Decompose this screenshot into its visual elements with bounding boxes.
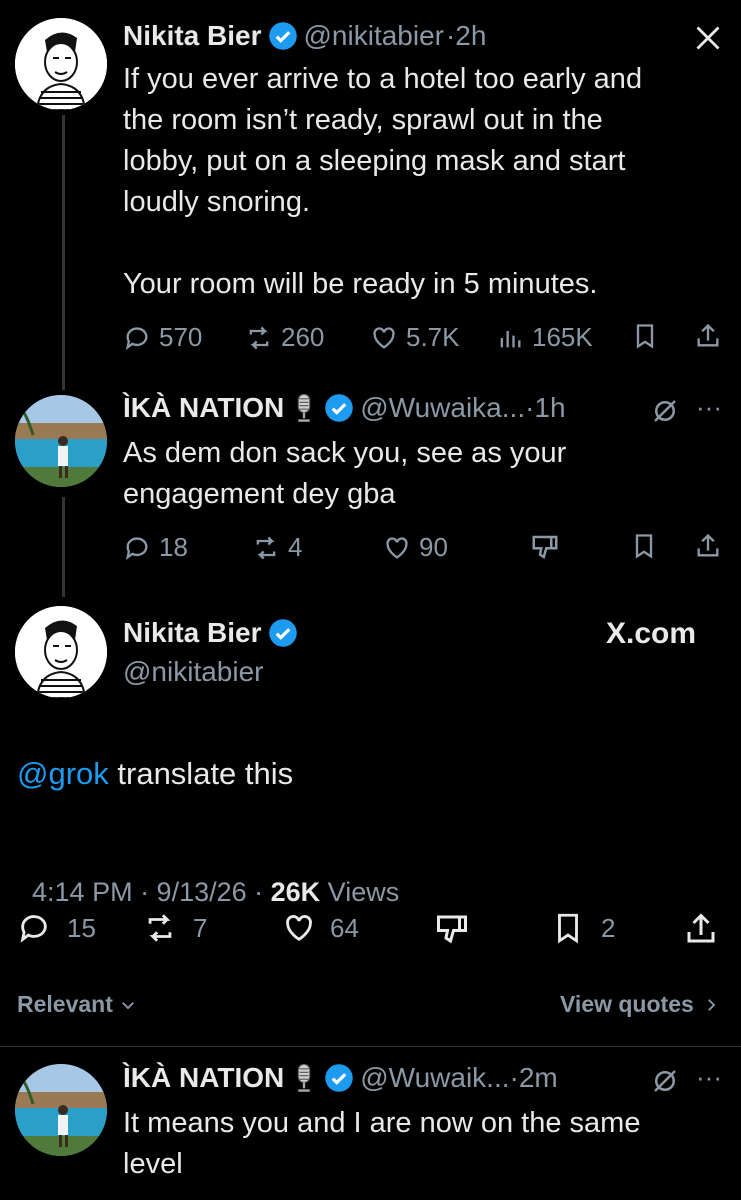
reply-count: 15 bbox=[67, 912, 96, 943]
bookmark-count: 2 bbox=[601, 912, 616, 943]
mention-link[interactable]: @grok bbox=[17, 756, 109, 791]
grok-icon[interactable] bbox=[650, 396, 680, 426]
tweet-text: As dem don sack you, see as your engagem… bbox=[123, 437, 567, 510]
share-icon[interactable] bbox=[694, 532, 722, 560]
chevron-right-icon bbox=[707, 998, 716, 1011]
repost-count: 4 bbox=[288, 532, 303, 562]
repost-icon bbox=[148, 914, 172, 942]
grok-icon[interactable] bbox=[650, 1066, 680, 1096]
thread-line bbox=[62, 115, 65, 390]
like-button[interactable]: 64 bbox=[282, 911, 359, 945]
microphone-icon bbox=[297, 1063, 311, 1092]
divider bbox=[0, 1046, 741, 1047]
bookmark-icon[interactable] bbox=[630, 532, 658, 560]
author-handle[interactable]: @nikitabier bbox=[123, 656, 263, 688]
author-handle[interactable]: @Wuwaika... bbox=[360, 392, 525, 424]
tweet-meta: 4:14 PM · 9/13/26 · 26K Views bbox=[32, 877, 400, 907]
repost-button[interactable]: 260 bbox=[245, 322, 324, 353]
author-handle[interactable]: @Wuwaik... bbox=[360, 1062, 509, 1094]
heart-icon bbox=[386, 536, 408, 559]
like-count: 64 bbox=[330, 912, 359, 943]
more-icon[interactable]: ··· bbox=[696, 1062, 722, 1093]
x-logo-icon[interactable] bbox=[694, 24, 722, 52]
tweet-text: It means you and I are now on the same l… bbox=[123, 1107, 641, 1180]
reply-count: 570 bbox=[159, 322, 203, 352]
dislike-icon[interactable] bbox=[530, 532, 560, 562]
reply-button[interactable]: 570 bbox=[123, 322, 202, 353]
views-count: 165K bbox=[532, 322, 593, 352]
chevron-down-icon bbox=[121, 1001, 134, 1009]
author-name[interactable]: ÌKÀ NATION bbox=[123, 392, 284, 424]
avatar[interactable] bbox=[15, 606, 107, 698]
bookmark-icon bbox=[558, 913, 578, 944]
repost-button[interactable]: 4 bbox=[252, 532, 302, 563]
heart-icon bbox=[286, 915, 312, 942]
reply-count: 18 bbox=[159, 532, 188, 562]
share-icon[interactable] bbox=[683, 911, 719, 947]
thread-line bbox=[62, 497, 65, 597]
reply-icon bbox=[20, 915, 47, 943]
like-button[interactable]: 90 bbox=[383, 532, 448, 563]
main-tweet-text: @grok translate this bbox=[17, 756, 294, 791]
timestamp[interactable]: ·2m bbox=[510, 1062, 558, 1094]
verified-badge-icon bbox=[268, 22, 297, 50]
avatar[interactable] bbox=[15, 18, 107, 110]
sort-relevant-button[interactable]: Relevant bbox=[17, 991, 137, 1018]
like-button[interactable]: 5.7K bbox=[370, 322, 460, 353]
avatar[interactable] bbox=[15, 1064, 107, 1156]
source-link[interactable]: X.com bbox=[606, 617, 696, 651]
repost-icon bbox=[256, 536, 276, 559]
avatar[interactable] bbox=[15, 395, 107, 487]
author-name[interactable]: Nikita Bier bbox=[123, 617, 262, 649]
timestamp[interactable]: ·1h bbox=[525, 392, 565, 424]
views-icon bbox=[500, 330, 521, 347]
author-name[interactable]: ÌKÀ NATION bbox=[123, 1062, 284, 1094]
dislike-icon[interactable] bbox=[434, 911, 470, 947]
bookmark-button[interactable]: 2 bbox=[551, 911, 615, 945]
microphone-icon bbox=[297, 393, 311, 422]
heart-icon bbox=[373, 326, 395, 349]
repost-count: 7 bbox=[193, 912, 208, 943]
tweet-timestamp[interactable]: 4:14 PM · 9/13/26 · bbox=[32, 877, 271, 907]
like-count: 90 bbox=[419, 532, 448, 562]
like-count: 5.7K bbox=[406, 322, 460, 352]
views-count: 26K bbox=[270, 877, 321, 907]
verified-badge-icon bbox=[325, 1064, 353, 1092]
repost-count: 260 bbox=[281, 322, 325, 352]
author-name[interactable]: Nikita Bier bbox=[123, 20, 262, 52]
views-button[interactable]: 165K bbox=[496, 322, 593, 353]
timestamp[interactable]: ·2h bbox=[446, 20, 486, 52]
tweet-text: If you ever arrive to a hotel too early … bbox=[123, 63, 643, 300]
more-icon[interactable]: ··· bbox=[696, 392, 722, 423]
repost-button[interactable]: 7 bbox=[143, 911, 207, 945]
verified-badge-icon bbox=[268, 619, 297, 647]
verified-badge-icon bbox=[325, 394, 353, 422]
view-quotes-button[interactable]: View quotes bbox=[560, 991, 720, 1018]
reply-icon bbox=[125, 326, 148, 350]
reply-button[interactable]: 15 bbox=[17, 911, 96, 945]
reply-icon bbox=[125, 536, 148, 560]
reply-button[interactable]: 18 bbox=[123, 532, 188, 563]
author-handle[interactable]: @nikitabier bbox=[304, 20, 444, 52]
bookmark-icon[interactable] bbox=[631, 322, 659, 350]
share-icon[interactable] bbox=[694, 322, 722, 350]
repost-icon bbox=[249, 326, 269, 349]
